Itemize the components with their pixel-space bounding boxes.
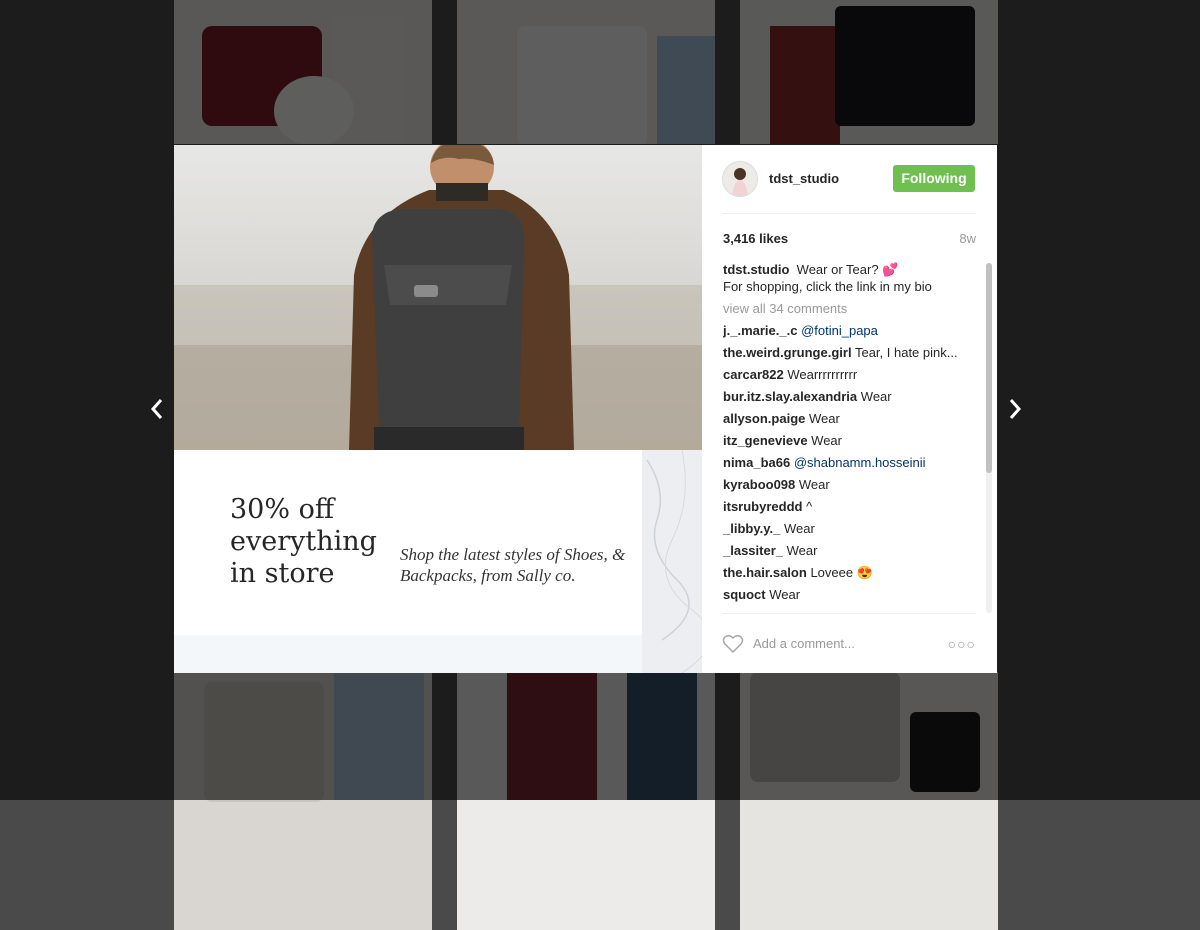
comment-mention-link[interactable]: @fotini_papa [801,323,878,338]
comment-mention-link[interactable]: @shabnamm.hosseinii [794,455,926,470]
post-details-panel: tdst_studio Following 3,416 likes 8w tds… [702,145,997,673]
comment-username[interactable]: itsrubyreddd [723,499,802,514]
comment-item: nima_ba66 @shabnamm.hosseinii [723,454,981,471]
promo-subtext: Shop the latest styles of Shoes, & Backp… [400,545,626,585]
comments-list[interactable]: tdst.studio Wear or Tear? 💕 For shopping… [723,261,981,614]
comment-username[interactable]: _lassiter_ [723,543,783,558]
promo-headline: 30% off everything in store [230,494,377,589]
comment-item: squoct Wear [723,586,981,603]
likes-count[interactable]: 3,416 likes [723,231,788,246]
comments-scrollbar[interactable] [986,263,992,613]
comment-text: Wear [783,521,815,536]
comment-item: carcar822 Wearrrrrrrrrr [723,366,981,383]
promo-footer-strip [174,635,644,673]
more-options-button[interactable]: ○○○ [948,636,976,652]
comment-item: _lassiter_ Wear [723,542,981,559]
caption-username[interactable]: tdst.studio [723,262,789,277]
following-button[interactable]: Following [893,165,975,192]
comment-username[interactable]: carcar822 [723,367,784,382]
heart-icon [722,634,744,654]
avatar[interactable] [722,161,758,197]
post-header: tdst_studio Following [722,145,976,214]
comment-item: the.hair.salon Loveee 😍 [723,564,981,581]
comment-item: the.weird.grunge.girl Tear, I hate pink.… [723,344,981,361]
comment-text: Wear [860,389,892,404]
comment-text: Wear [809,411,840,426]
previous-post-button[interactable] [142,392,172,426]
next-post-button[interactable] [1000,392,1030,426]
post-footer: Add a comment... ○○○ [722,613,976,673]
post-media[interactable]: 30% off everything in store Shop the lat… [174,145,702,673]
comment-item: j._.marie._.c @fotini_papa [723,322,981,339]
post-photo [174,145,702,450]
like-button[interactable] [722,634,744,654]
marble-texture [642,450,702,673]
caption-line2: For shopping, click the link in my bio [723,279,932,294]
add-comment-input[interactable]: Add a comment... [753,636,855,651]
comment-username[interactable]: j._.marie._.c [723,323,797,338]
comment-text: Wear [769,587,801,602]
comment-username[interactable]: the.weird.grunge.girl [723,345,852,360]
comment-username[interactable]: squoct [723,587,766,602]
comment-item: kyraboo098 Wear [723,476,981,493]
comment-text: Wear [811,433,842,448]
comment-item: bur.itz.slay.alexandria Wear [723,388,981,405]
comment-text: Wearrrrrrrrrr [787,367,858,382]
comment-item: itz_genevieve Wear [723,432,981,449]
chevron-right-icon [1009,399,1022,419]
post-age[interactable]: 8w [959,231,976,246]
comment-text: Loveee 😍 [810,565,873,580]
comment-username[interactable]: bur.itz.slay.alexandria [723,389,857,404]
comment-text: ^ [806,499,813,514]
post-caption: tdst.studio Wear or Tear? 💕 For shopping… [723,261,981,295]
chevron-left-icon [150,399,163,419]
comment-username[interactable]: itz_genevieve [723,433,808,448]
comment-username[interactable]: _libby.y._ [723,521,780,536]
view-all-comments-link[interactable]: view all 34 comments [723,300,981,317]
caption-text: Wear or Tear? 💕 [796,262,899,277]
comment-text: Wear [798,477,830,492]
comment-text: Wear [786,543,818,558]
promo-card: 30% off everything in store Shop the lat… [174,450,702,673]
more-options-icon: ○○○ [947,636,976,652]
comment-username[interactable]: kyraboo098 [723,477,795,492]
comment-username[interactable]: the.hair.salon [723,565,807,580]
comment-item: _libby.y._ Wear [723,520,981,537]
username-link[interactable]: tdst_studio [769,171,839,186]
comment-username[interactable]: allyson.paige [723,411,805,426]
comment-item: allyson.paige Wear [723,410,981,427]
scrollbar-thumb[interactable] [986,263,992,473]
post-modal: 30% off everything in store Shop the lat… [174,145,997,673]
comment-username[interactable]: nima_ba66 [723,455,790,470]
comment-item: itsrubyreddd ^ [723,498,981,515]
comment-text: Tear, I hate pink... [854,345,958,360]
